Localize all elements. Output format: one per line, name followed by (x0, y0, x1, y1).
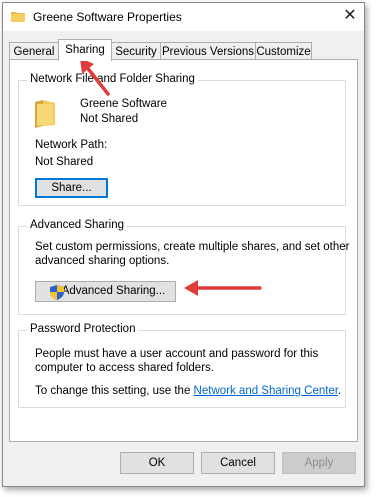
close-icon: ✕ (343, 7, 357, 24)
advanced-sharing-description-line2: advanced sharing options. (35, 255, 170, 267)
properties-dialog: Greene Software Properties ✕ General Sha… (2, 2, 365, 487)
password-description-line1: People must have a user account and pass… (35, 348, 319, 360)
network-path-value: Not Shared (35, 156, 94, 168)
share-button[interactable]: Share... (35, 178, 108, 198)
folder-share-status: Not Shared (80, 113, 139, 125)
password-description-line2: computer to access shared folders. (35, 362, 214, 374)
group-title: Password Protection (27, 323, 139, 335)
advanced-sharing-group: Advanced Sharing Set custom permissions,… (18, 219, 350, 315)
folder-icon (11, 12, 25, 22)
tab-general[interactable]: General (9, 42, 59, 60)
network-and-sharing-center-link[interactable]: Network and Sharing Center (194, 385, 338, 397)
advanced-sharing-button-label: Advanced Sharing... (61, 285, 166, 297)
close-button[interactable]: ✕ (336, 3, 364, 31)
tab-previous-versions[interactable]: Previous Versions (160, 42, 256, 60)
folder-icon (35, 100, 55, 128)
advanced-sharing-button[interactable]: Advanced Sharing... (35, 281, 176, 302)
network-path-label: Network Path: (35, 139, 108, 151)
ok-button[interactable]: OK (120, 452, 194, 474)
password-change-text: To change this setting, use the Network … (35, 385, 341, 397)
cancel-button[interactable]: Cancel (201, 452, 275, 474)
tab-customize[interactable]: Customize (255, 42, 312, 60)
annotation-arrow-advanced-sharing (184, 280, 262, 296)
change-prefix: To change this setting, use the (35, 385, 194, 397)
title-bar: Greene Software Properties ✕ (3, 3, 364, 31)
advanced-sharing-description-line1: Set custom permissions, create multiple … (35, 241, 350, 253)
sharing-panel: Network File and Folder Sharing Greene S… (9, 59, 358, 442)
change-suffix: . (338, 385, 342, 397)
tab-sharing[interactable]: Sharing (58, 39, 112, 61)
group-title: Advanced Sharing (27, 219, 127, 231)
apply-button[interactable]: Apply (282, 452, 356, 474)
password-protection-group: Password Protection People must have a u… (18, 323, 346, 408)
uac-shield-icon (50, 285, 64, 300)
window-title: Greene Software Properties (33, 10, 182, 24)
